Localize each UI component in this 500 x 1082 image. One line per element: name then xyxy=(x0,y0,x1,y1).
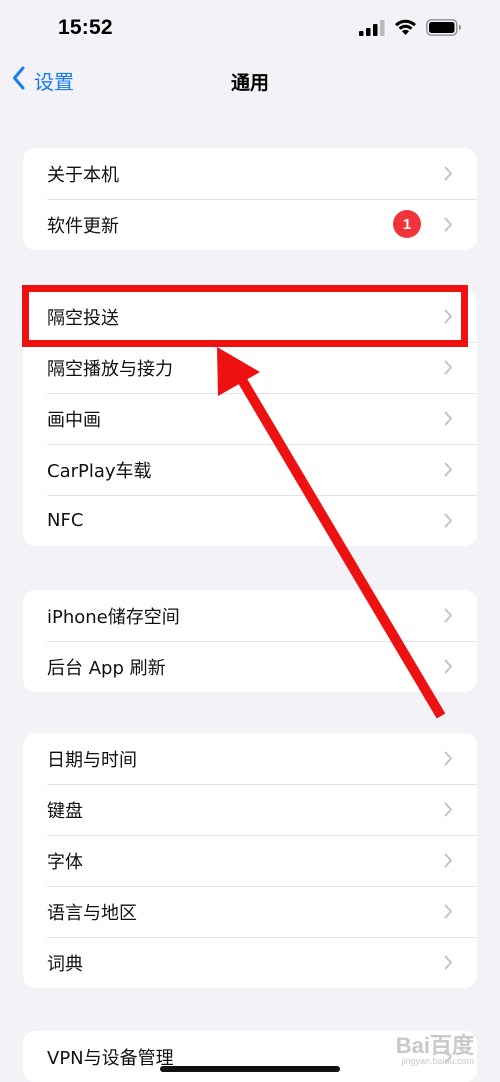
annotation-arrow-icon xyxy=(217,347,446,719)
watermark-logo: Bai百度 jingyan.baidu.com xyxy=(396,1028,474,1066)
watermark-subtext: jingyan.baidu.com xyxy=(401,1056,474,1066)
home-indicator[interactable] xyxy=(160,1066,340,1072)
